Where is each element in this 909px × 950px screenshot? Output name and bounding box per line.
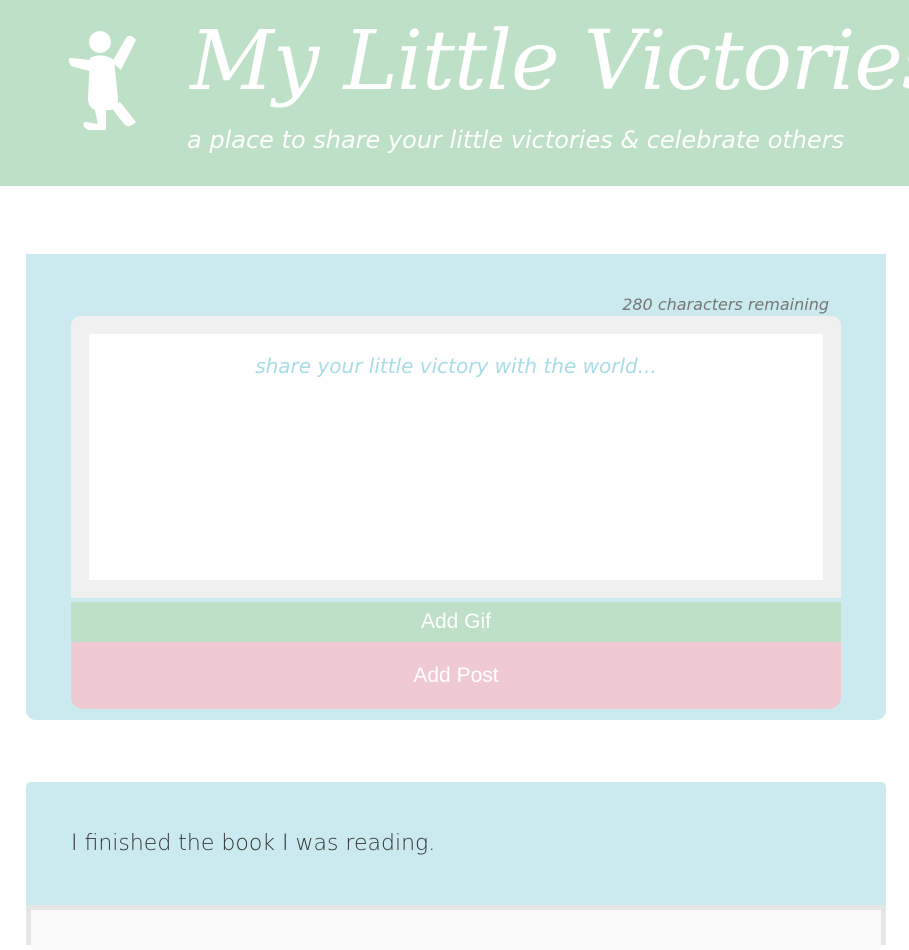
jumping-person-icon bbox=[68, 31, 136, 130]
compose-card: 280 characters remaining Add Gif Add Pos… bbox=[26, 254, 886, 720]
post-footer-inner bbox=[31, 910, 881, 950]
add-post-button[interactable]: Add Post bbox=[71, 642, 841, 709]
post-textarea[interactable] bbox=[89, 334, 823, 580]
textarea-frame bbox=[71, 316, 841, 598]
character-counter: 280 characters remaining bbox=[622, 295, 829, 314]
site-header: My Little Victories a place to share you… bbox=[0, 0, 909, 186]
post-footer bbox=[26, 905, 886, 950]
site-title: My Little Victories bbox=[190, 14, 909, 109]
site-tagline: a place to share your little victories &… bbox=[187, 126, 845, 154]
post-text: I finished the book I was reading. bbox=[71, 831, 436, 856]
add-gif-button[interactable]: Add Gif bbox=[71, 602, 841, 642]
post-card: I finished the book I was reading. bbox=[26, 782, 886, 950]
